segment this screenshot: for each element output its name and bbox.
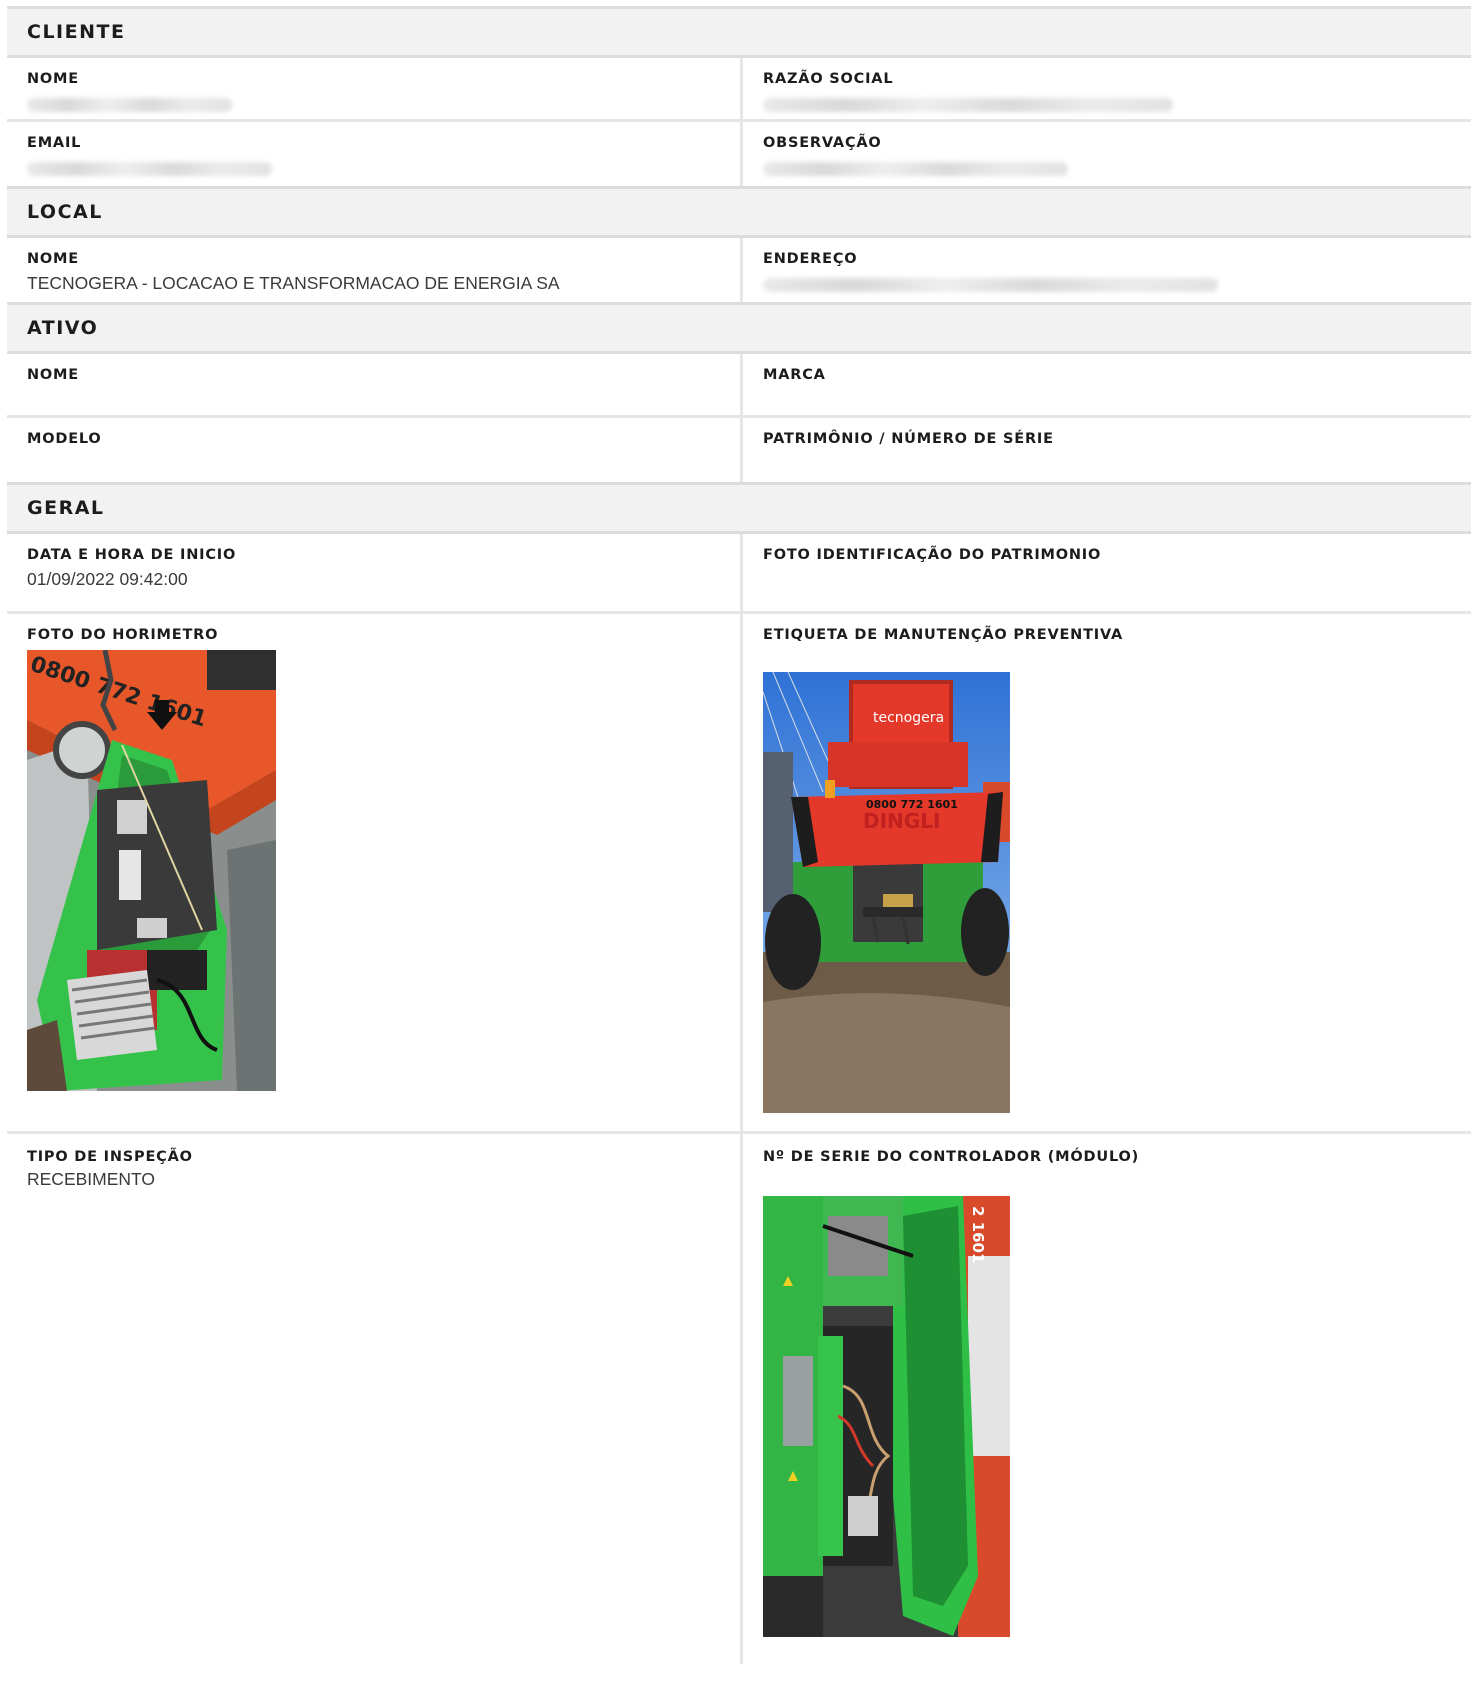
controlador-photo-image: 2 1601 [763,1196,1010,1637]
geral-data-cell: DATA E HORA DE INICIO 01/09/2022 09:42:0… [7,534,743,611]
geral-row-2: FOTO DO HORIMETRO 0800 772 1601 ETIQUETA… [7,614,1471,1134]
ativo-marca-cell: MARCA [743,354,1471,415]
cliente-row-1: NOME RAZÃO SOCIAL [7,58,1471,122]
geral-foto-patrimonio-cell: FOTO IDENTIFICAÇÃO DO PATRIMONIO [743,534,1471,611]
local-nome-cell: NOME TECNOGERA - LOCACAO E TRANSFORMACAO… [7,238,743,302]
controlador-photo[interactable]: 2 1601 [763,1196,1010,1637]
etiqueta-brand-text: tecnogera [873,710,944,726]
etiqueta-photo[interactable]: tecnogera 0800 772 1601 DINGLI [763,672,1010,1113]
geral-row-3: TIPO DE INSPEÇÃO RECEBIMENTO Nº DE SERIE… [7,1134,1471,1664]
ativo-patrimonio-label: PATRIMÔNIO / NÚMERO DE SÉRIE [763,431,1054,447]
geral-data-value: 01/09/2022 09:42:00 [27,569,188,589]
cliente-nome-label: NOME [27,71,79,87]
local-nome-label: NOME [27,251,79,267]
geral-row-1: DATA E HORA DE INICIO 01/09/2022 09:42:0… [7,534,1471,614]
cliente-obs-redacted [763,162,1068,176]
cliente-email-cell: EMAIL [7,122,743,186]
geral-tipo-label: TIPO DE INSPEÇÃO [27,1149,193,1165]
etiqueta-photo-image: tecnogera 0800 772 1601 DINGLI [763,672,1010,1113]
geral-horimetro-label: FOTO DO HORIMETRO [27,627,219,643]
cliente-nome-redacted [27,98,232,112]
local-row: NOME TECNOGERA - LOCACAO E TRANSFORMACAO… [7,238,1471,302]
local-endereco-redacted [763,278,1218,292]
cliente-razao-cell: RAZÃO SOCIAL [743,58,1471,119]
cliente-email-label: EMAIL [27,135,82,151]
ativo-patrimonio-cell: PATRIMÔNIO / NÚMERO DE SÉRIE [743,418,1471,482]
ativo-row-2: MODELO PATRIMÔNIO / NÚMERO DE SÉRIE [7,418,1471,482]
ativo-row-1: NOME MARCA [7,354,1471,418]
horimetro-photo[interactable]: 0800 772 1601 [27,650,276,1091]
section-geral-header: GERAL [7,482,1471,534]
cliente-razao-label: RAZÃO SOCIAL [763,71,894,87]
geral-tipo-cell: TIPO DE INSPEÇÃO RECEBIMENTO [7,1134,743,1664]
ativo-marca-label: MARCA [763,367,826,383]
cliente-row-2: EMAIL OBSERVAÇÃO [7,122,1471,186]
geral-data-label: DATA E HORA DE INICIO [27,547,237,563]
local-endereco-label: ENDEREÇO [763,251,858,267]
cliente-obs-label: OBSERVAÇÃO [763,135,882,151]
geral-horimetro-cell: FOTO DO HORIMETRO 0800 772 1601 [7,614,743,1131]
geral-controlador-label: Nº DE SERIE DO CONTROLADOR (MÓDULO) [763,1149,1140,1165]
section-ativo-header: ATIVO [7,302,1471,354]
geral-tipo-value: RECEBIMENTO [27,1169,156,1189]
ativo-modelo-label: MODELO [27,431,102,447]
ativo-nome-label: NOME [27,367,79,383]
local-endereco-cell: ENDEREÇO [743,238,1471,302]
cliente-email-redacted [27,162,272,176]
cliente-razao-redacted [763,98,1173,112]
geral-foto-patrimonio-label: FOTO IDENTIFICAÇÃO DO PATRIMONIO [763,547,1102,563]
local-nome-value: TECNOGERA - LOCACAO E TRANSFORMACAO DE E… [27,273,560,293]
ativo-modelo-cell: MODELO [7,418,743,482]
tecnogera-plate [883,894,913,908]
geral-etiqueta-cell: ETIQUETA DE MANUTENÇÃO PREVENTIVA tecnog… [743,614,1471,1131]
section-cliente-header: CLIENTE [7,6,1471,58]
cliente-nome-cell: NOME [7,58,743,119]
controlador-photo-text: 2 1601 [969,1206,987,1263]
geral-controlador-cell: Nº DE SERIE DO CONTROLADOR (MÓDULO) 2 16… [743,1134,1471,1664]
cliente-obs-cell: OBSERVAÇÃO [743,122,1471,186]
etiqueta-model-text: DINGLI [863,809,940,833]
horimetro-photo-image: 0800 772 1601 [27,650,276,1091]
inspection-report: CLIENTE NOME RAZÃO SOCIAL EMAIL OBSERVAÇ… [7,6,1471,1664]
ativo-nome-cell: NOME [7,354,743,415]
geral-etiqueta-label: ETIQUETA DE MANUTENÇÃO PREVENTIVA [763,627,1124,643]
section-local-header: LOCAL [7,186,1471,238]
